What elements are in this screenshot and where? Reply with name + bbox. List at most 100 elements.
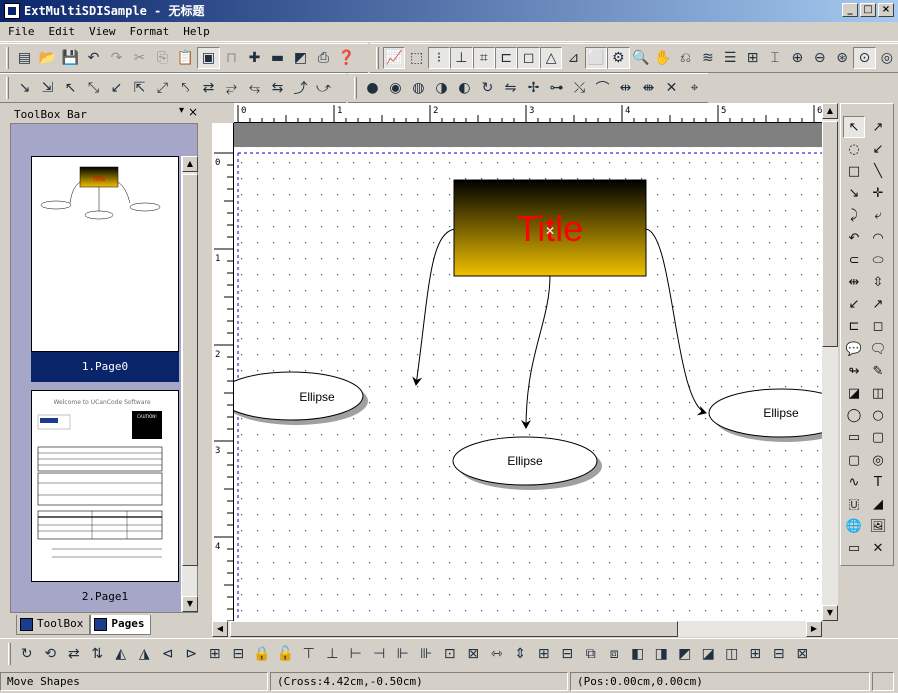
palette-tool-19-icon[interactable]: ◻ xyxy=(867,316,889,338)
palette-tool-5-icon[interactable]: ╲ xyxy=(867,160,889,182)
ruler-icon[interactable]: ⊓ xyxy=(220,47,243,69)
link4-icon[interactable]: ⤡ xyxy=(82,77,105,99)
palette-tool-24-icon[interactable]: ◪ xyxy=(843,382,865,404)
menu-help[interactable]: Help xyxy=(183,25,210,38)
layout-tool-24-icon[interactable]: ⧉ xyxy=(579,643,603,665)
link12-icon[interactable]: ⇆ xyxy=(266,77,289,99)
layout-tool-8-icon[interactable]: ⊞ xyxy=(203,643,227,665)
palette-tool-6-icon[interactable]: ↘ xyxy=(843,183,865,205)
palette-tool-27-icon[interactable]: ○ xyxy=(867,405,889,427)
layout-tool-4-icon[interactable]: ◭ xyxy=(109,643,133,665)
zoom-fit-icon[interactable]: ⊛ xyxy=(831,47,853,69)
link14-icon[interactable]: ⤻ xyxy=(312,77,335,99)
link5-icon[interactable]: ↙ xyxy=(105,77,128,99)
link9-icon[interactable]: ⇄ xyxy=(197,77,220,99)
layout-tool-18-icon[interactable]: ⊡ xyxy=(438,643,462,665)
redo-icon[interactable]: ↷ xyxy=(105,47,128,69)
palette-tool-13-icon[interactable]: ⬭ xyxy=(867,249,889,271)
new-icon[interactable]: ▤ xyxy=(13,47,36,69)
palette-tool-30-icon[interactable]: ▢ xyxy=(843,449,865,471)
panel-close-icon[interactable]: × xyxy=(188,105,198,119)
node2-icon[interactable]: ⊶ xyxy=(545,77,568,99)
palette-tool-2-icon[interactable]: ◌ xyxy=(843,138,865,160)
rotate-icon[interactable]: ↻ xyxy=(476,77,499,99)
zoom-icon[interactable]: 🔍 xyxy=(630,47,652,69)
layout-tool-31-icon[interactable]: ⊞ xyxy=(744,643,768,665)
palette-tool-15-icon[interactable]: ⇳ xyxy=(867,271,889,293)
palette-tool-3-icon[interactable]: ↙ xyxy=(867,138,889,160)
palette-tool-25-icon[interactable]: ◫ xyxy=(867,382,889,404)
palette-tool-38-icon[interactable]: ▭ xyxy=(843,538,865,560)
palette-tool-20-icon[interactable]: 💬 xyxy=(843,338,865,360)
bounds-icon[interactable]: ◻ xyxy=(517,47,540,69)
palette-tool-17-icon[interactable]: ↗ xyxy=(867,294,889,316)
link7-icon[interactable]: ⤢ xyxy=(151,77,174,99)
link3-icon[interactable]: ↖ xyxy=(59,77,82,99)
spacing-icon[interactable]: ⇹ xyxy=(614,77,637,99)
canvas-vscrollbar[interactable]: ▲ ▼ xyxy=(822,103,838,621)
save-icon[interactable]: 💾 xyxy=(59,47,82,69)
layout-tool-3-icon[interactable]: ⇅ xyxy=(86,643,110,665)
scroll-up-icon[interactable]: ▲ xyxy=(182,156,198,172)
palette-tool-11-icon[interactable]: ◠ xyxy=(867,227,889,249)
maximize-button[interactable]: □ xyxy=(860,3,876,17)
layout-tool-33-icon[interactable]: ⊠ xyxy=(791,643,815,665)
subtract-icon[interactable]: ◑ xyxy=(430,77,453,99)
layout-tool-5-icon[interactable]: ◮ xyxy=(133,643,157,665)
tab-pages[interactable]: Pages xyxy=(90,615,152,635)
layout-tool-6-icon[interactable]: ⊲ xyxy=(156,643,180,665)
layers2-icon[interactable]: ☰ xyxy=(719,47,741,69)
zoom-plus-icon[interactable]: ✚ xyxy=(243,47,266,69)
close-button[interactable]: × xyxy=(878,3,894,17)
layout-tool-22-icon[interactable]: ⊞ xyxy=(532,643,556,665)
palette-tool-18-icon[interactable]: ⊏ xyxy=(843,316,865,338)
layout-tool-10-icon[interactable]: 🔒 xyxy=(250,643,274,665)
page-label-1[interactable]: 2.Page1 xyxy=(31,582,179,612)
palette-tool-32-icon[interactable]: ∿ xyxy=(843,471,865,493)
canvas-hscroll-thumb[interactable] xyxy=(230,621,678,637)
canvas-hscrollbar[interactable]: ◀ ▶ xyxy=(212,621,822,637)
layout-tool-12-icon[interactable]: ⊤ xyxy=(297,643,321,665)
tb3-grip[interactable] xyxy=(6,77,9,99)
palette-tool-34-icon[interactable]: 🇺 xyxy=(843,493,865,515)
zoom-out-icon[interactable]: ⊖ xyxy=(809,47,831,69)
page-thumbnail-0[interactable]: Title xyxy=(31,156,179,352)
canvas-vscroll-thumb[interactable] xyxy=(822,121,838,347)
layer-icon[interactable]: ◩ xyxy=(289,47,312,69)
cursor-icon[interactable]: ⌖ xyxy=(683,77,706,99)
node-icon[interactable]: ✢ xyxy=(522,77,545,99)
layout-tool-14-icon[interactable]: ⊢ xyxy=(344,643,368,665)
canvas-scroll-up-icon[interactable]: ▲ xyxy=(822,103,838,119)
paste-icon[interactable]: 📋 xyxy=(174,47,197,69)
layout-tool-2-icon[interactable]: ⇄ xyxy=(62,643,86,665)
pages-scroll-thumb[interactable] xyxy=(182,174,198,566)
layout-tool-21-icon[interactable]: ⇕ xyxy=(509,643,533,665)
handle-icon[interactable]: ⊿ xyxy=(562,47,584,69)
layout-tool-0-icon[interactable]: ↻ xyxy=(15,643,39,665)
palette-tool-37-icon[interactable]: 🖼 xyxy=(867,516,889,538)
stamp-icon[interactable]: ⎌ xyxy=(674,47,696,69)
zoom-in-icon[interactable]: ⊕ xyxy=(786,47,808,69)
layers-icon[interactable]: ≋ xyxy=(697,47,719,69)
layout-tool-13-icon[interactable]: ⊥ xyxy=(321,643,345,665)
palette-tool-12-icon[interactable]: ⊂ xyxy=(843,249,865,271)
zoom-all-icon[interactable]: ◎ xyxy=(876,47,898,69)
link13-icon[interactable]: ⤴ xyxy=(289,77,312,99)
palette-tool-22-icon[interactable]: ↬ xyxy=(843,360,865,382)
palette-tool-39-icon[interactable]: ✕ xyxy=(867,538,889,560)
link8-icon[interactable]: ⤣ xyxy=(174,77,197,99)
layout-tool-28-icon[interactable]: ◩ xyxy=(673,643,697,665)
layout-tool-30-icon[interactable]: ◫ xyxy=(720,643,744,665)
help-icon[interactable]: ❓ xyxy=(335,47,358,69)
cut-icon[interactable]: ✂ xyxy=(128,47,151,69)
layout-tool-27-icon[interactable]: ◨ xyxy=(650,643,674,665)
snap-icon[interactable]: ⊥ xyxy=(450,47,473,69)
print-icon[interactable]: ⎙ xyxy=(312,47,335,69)
tb4-grip[interactable] xyxy=(354,77,357,99)
palette-tool-28-icon[interactable]: ▭ xyxy=(843,427,865,449)
select-icon[interactable]: ⬚ xyxy=(405,47,427,69)
triangle-icon[interactable]: △ xyxy=(539,47,563,69)
hand-icon[interactable]: ✋ xyxy=(652,47,674,69)
palette-tool-29-icon[interactable]: ▢ xyxy=(867,427,889,449)
pages-scrollbar[interactable]: ▲ ▼ xyxy=(181,156,198,612)
